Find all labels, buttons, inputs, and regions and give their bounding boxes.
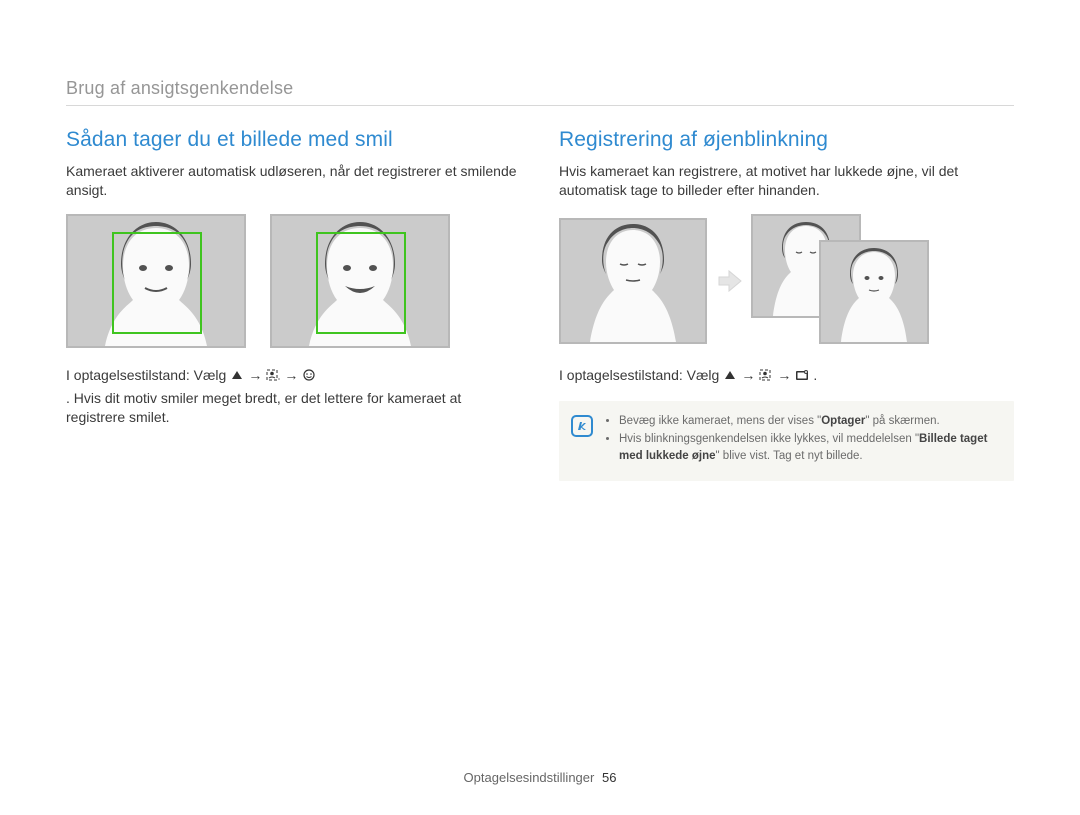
blink-photo-row	[559, 214, 1014, 348]
note-text: Bevæg ikke kameraet, mens der vises "	[619, 415, 821, 427]
up-triangle-icon	[723, 369, 737, 381]
note-item-2: Hvis blinkningsgenkendelsen ikke lykkes,…	[619, 431, 1000, 464]
note-text: Hvis blinkningsgenkendelsen ikke lykkes,…	[619, 433, 919, 445]
blink-photo-2	[819, 240, 929, 344]
note-box: Bevæg ikke kameraet, mens der vises "Opt…	[559, 401, 1014, 481]
note-text: " blive vist. Tag et nyt billede.	[716, 450, 863, 462]
footer-label: Optagelsesindstillinger	[464, 770, 595, 785]
page-number: 56	[602, 770, 616, 785]
face-graphic	[835, 244, 913, 342]
info-icon	[571, 415, 593, 437]
instr-suffix: .	[813, 366, 817, 385]
arrow-icon: →	[741, 366, 755, 385]
arrow-icon: →	[248, 366, 262, 385]
face-detect-off-icon	[759, 369, 773, 381]
face-graphic	[582, 220, 684, 342]
left-column: Sådan tager du et billede med smil Kamer…	[66, 128, 521, 481]
smile-photo-2	[270, 214, 450, 348]
note-item-1: Bevæg ikke kameraet, mens der vises "Opt…	[619, 413, 1000, 430]
instr-suffix: . Hvis dit motiv smiler meget bredt, er …	[66, 389, 521, 427]
right-title: Registrering af øjenblinkning	[559, 128, 1014, 152]
arrow-icon: →	[777, 366, 791, 385]
blink-icon	[795, 369, 809, 381]
note-list: Bevæg ikke kameraet, mens der vises "Opt…	[605, 413, 1000, 467]
note-text: " på skærmen.	[865, 415, 939, 427]
right-column: Registrering af øjenblinkning Hvis kamer…	[559, 128, 1014, 481]
right-intro: Hvis kameraet kan registrere, at motivet…	[559, 162, 1014, 200]
face-detect-off-icon: OFF	[266, 369, 280, 381]
content-columns: Sådan tager du et billede med smil Kamer…	[66, 128, 1014, 481]
blink-photo-stack	[751, 214, 937, 348]
left-intro: Kameraet aktiverer automatisk udløseren,…	[66, 162, 521, 200]
svg-text:OFF: OFF	[278, 377, 280, 381]
footer: Optagelsesindstillinger 56	[0, 770, 1080, 785]
breadcrumb: Brug af ansigtsgenkendelse	[66, 78, 1014, 99]
arrow-icon: →	[284, 366, 298, 385]
smile-photo-row	[66, 214, 521, 348]
up-triangle-icon	[230, 369, 244, 381]
blink-photo-before	[559, 218, 707, 344]
instr-prefix: I optagelsestilstand: Vælg	[66, 366, 226, 385]
smile-icon	[302, 369, 316, 381]
note-bold: Optager	[821, 415, 865, 427]
arrow-right-icon	[715, 267, 743, 295]
divider	[66, 105, 1014, 106]
left-instruction: I optagelsestilstand: Vælg → OFF → . Hvi…	[66, 366, 521, 427]
right-instruction: I optagelsestilstand: Vælg → → .	[559, 366, 1014, 385]
face-detect-rect	[112, 232, 202, 334]
instr-prefix: I optagelsestilstand: Vælg	[559, 366, 719, 385]
face-detect-rect	[316, 232, 406, 334]
smile-photo-1	[66, 214, 246, 348]
left-title: Sådan tager du et billede med smil	[66, 128, 521, 152]
